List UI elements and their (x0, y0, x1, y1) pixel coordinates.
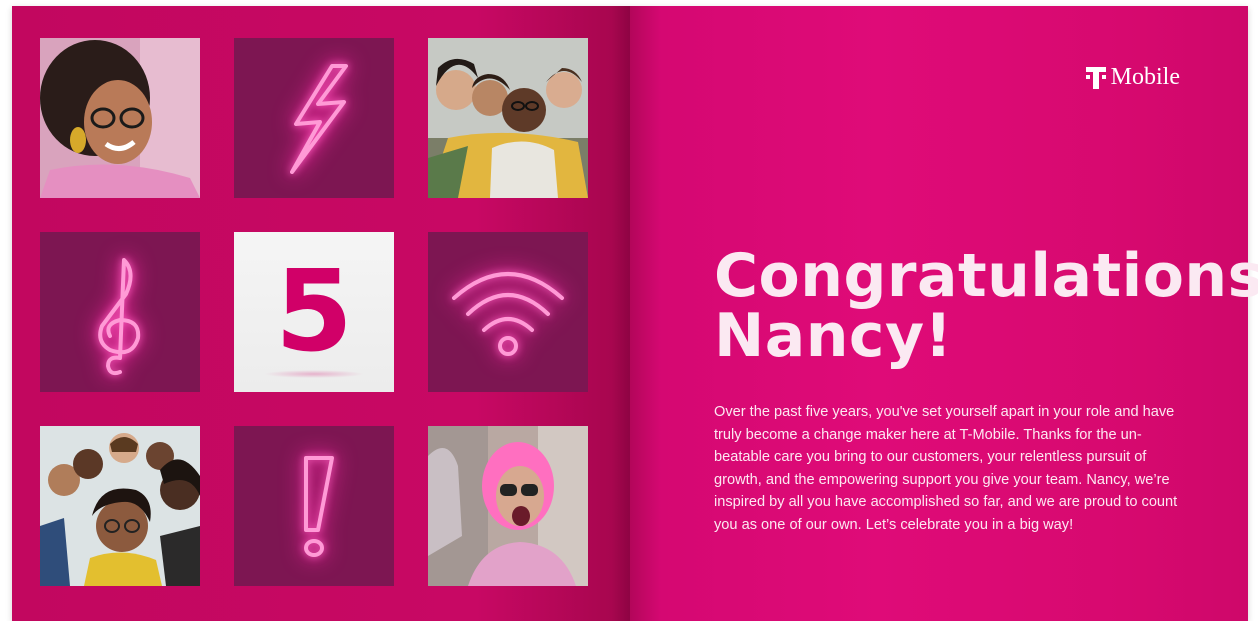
photo-woman-pink-hair (428, 426, 588, 586)
tile-exclamation (234, 426, 394, 586)
t-mobile-logo-icon (1085, 66, 1106, 89)
wifi-icon (452, 272, 564, 356)
number-shadow (264, 370, 364, 378)
heading-line-2: Nancy! (714, 301, 953, 371)
lightning-bolt-icon (290, 64, 348, 174)
congratulations-message: Over the past five years, you've set you… (714, 404, 1178, 533)
t-mobile-logo: Mobile (1085, 64, 1180, 91)
card-spread: 5 Mobile Congratulations, Nancy! Over th… (12, 6, 1258, 621)
photo-group-selfie (428, 38, 588, 198)
logo-wordmark: Mobile (1110, 64, 1180, 90)
photo-woman-glasses (40, 38, 200, 198)
tile-wifi (428, 232, 588, 392)
tile-lightning (234, 38, 394, 198)
treble-clef-icon (98, 258, 141, 376)
congratulations-heading: Congratulations, Nancy! (714, 246, 1258, 366)
tile-treble-clef (40, 232, 200, 392)
anniversary-number: 5 (275, 247, 353, 377)
right-page: Mobile Congratulations, Nancy! Over the … (630, 6, 1258, 621)
exclamation-icon (304, 456, 334, 557)
tile-number-five: 5 (234, 232, 394, 392)
left-page: 5 (12, 6, 630, 621)
photo-friends-selfie (40, 426, 200, 586)
